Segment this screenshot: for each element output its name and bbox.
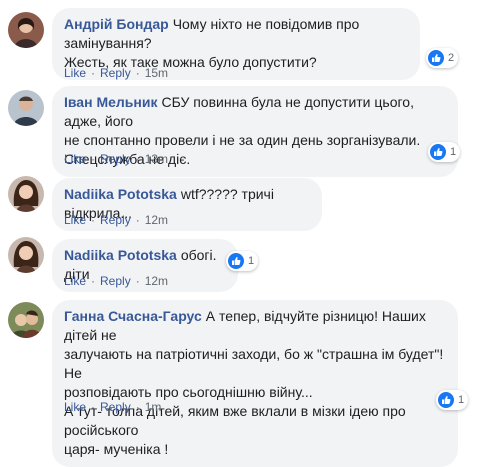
reaction-count[interactable]: 2 xyxy=(426,48,459,68)
separator-dot: · xyxy=(135,400,140,414)
comment-time[interactable]: 15m xyxy=(145,66,168,80)
separator-dot: · xyxy=(135,152,140,166)
reaction-count-value: 1 xyxy=(248,255,255,267)
reply-link[interactable]: Reply xyxy=(100,66,131,80)
avatar[interactable] xyxy=(8,12,44,48)
avatar[interactable] xyxy=(8,237,44,273)
reply-link[interactable]: Reply xyxy=(100,274,131,288)
comment-author[interactable]: Ганна Счасна-Гарус xyxy=(64,308,202,324)
reaction-count[interactable]: 1 xyxy=(428,142,461,162)
comment-time[interactable]: 1m xyxy=(145,400,162,414)
comment-actions: Like · Reply · 1m xyxy=(64,400,161,414)
reply-link[interactable]: Reply xyxy=(100,152,131,166)
comment-actions: Like · Reply · 15m xyxy=(64,66,168,80)
comment-bubble: Ганна Счасна-Гарус А тепер, відчуйте різн… xyxy=(52,300,458,467)
separator-dot: · xyxy=(135,66,140,80)
reaction-count-value: 1 xyxy=(450,146,457,158)
comment-time[interactable]: 12m xyxy=(145,274,168,288)
separator-dot: · xyxy=(91,213,96,227)
separator-dot: · xyxy=(135,213,140,227)
reply-link[interactable]: Reply xyxy=(100,213,131,227)
like-link[interactable]: Like xyxy=(64,400,86,414)
like-link[interactable]: Like xyxy=(64,66,86,80)
separator-dot: · xyxy=(135,274,140,288)
comment-actions: Like · Reply · 12m xyxy=(64,213,168,227)
like-link[interactable]: Like xyxy=(64,152,86,166)
comment-author[interactable]: Іван Мельник xyxy=(64,94,157,110)
comment-time[interactable]: 13m xyxy=(145,152,168,166)
comment-author[interactable]: Nadiika Pototska xyxy=(64,247,177,263)
separator-dot: · xyxy=(91,66,96,80)
comment-actions: Like · Reply · 13m xyxy=(64,152,168,166)
avatar[interactable] xyxy=(8,176,44,212)
like-reaction-icon xyxy=(430,144,446,160)
comment-text: А тепер, відчуйте різницю! Наших дітей н… xyxy=(64,308,444,457)
comment-author[interactable]: Nadiika Pototska xyxy=(64,186,177,202)
like-link[interactable]: Like xyxy=(64,274,86,288)
reaction-count[interactable]: 1 xyxy=(226,251,259,271)
like-reaction-icon xyxy=(438,392,454,408)
separator-dot: · xyxy=(91,400,96,414)
avatar[interactable] xyxy=(8,90,44,126)
like-link[interactable]: Like xyxy=(64,213,86,227)
separator-dot: · xyxy=(91,152,96,166)
comment-actions: Like · Reply · 12m xyxy=(64,274,168,288)
comment-author[interactable]: Андрій Бондар xyxy=(64,16,169,32)
reaction-count[interactable]: 1 xyxy=(436,390,469,410)
like-reaction-icon xyxy=(228,253,244,269)
reaction-count-value: 2 xyxy=(448,52,455,64)
separator-dot: · xyxy=(91,274,96,288)
reply-link[interactable]: Reply xyxy=(100,400,131,414)
avatar[interactable] xyxy=(8,302,44,338)
comment-time[interactable]: 12m xyxy=(145,213,168,227)
like-reaction-icon xyxy=(428,50,444,66)
reaction-count-value: 1 xyxy=(458,394,465,406)
